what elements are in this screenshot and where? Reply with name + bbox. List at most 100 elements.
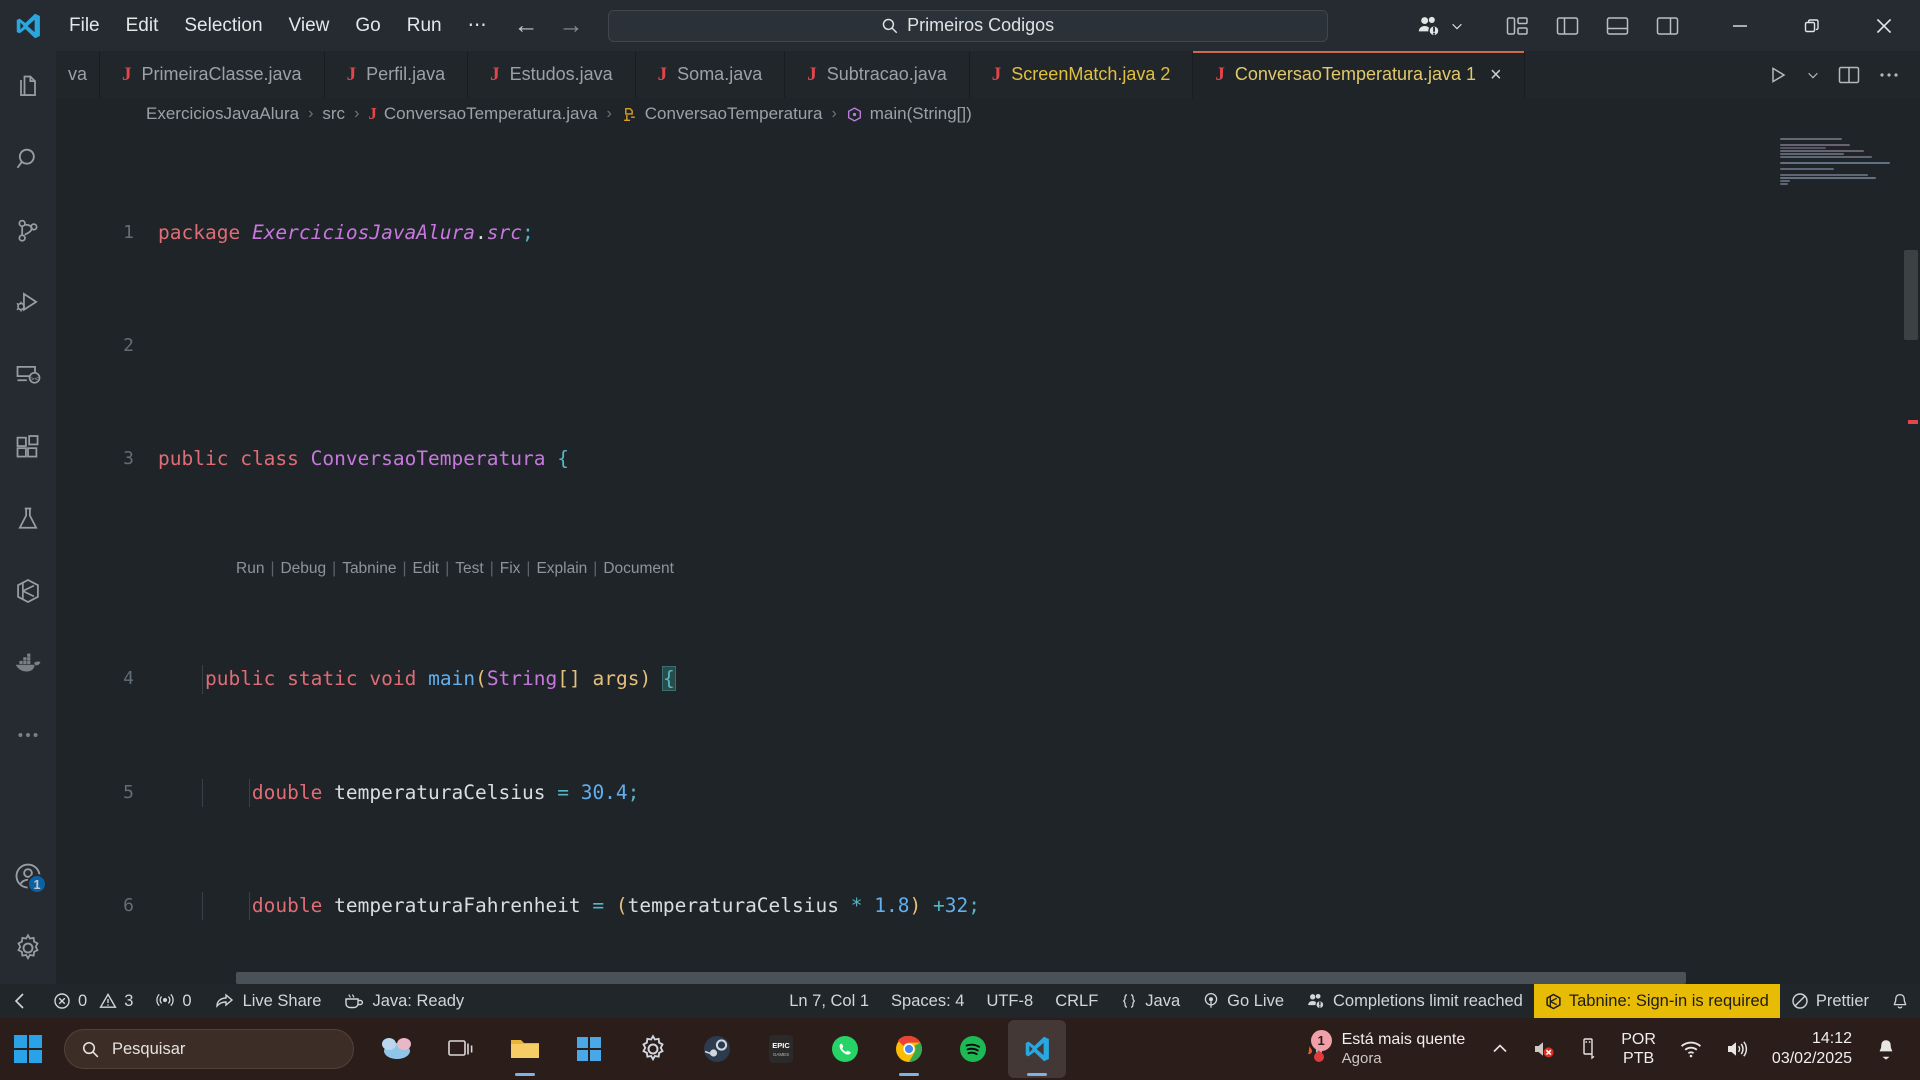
codelens-explain[interactable]: Explain xyxy=(536,555,587,583)
tab-label: ScreenMatch.java 2 xyxy=(1011,64,1171,84)
codelens-test[interactable]: Test xyxy=(455,555,483,583)
taskbar-app-copilot[interactable] xyxy=(368,1020,426,1078)
taskbar-search-input[interactable]: Pesquisar xyxy=(64,1029,354,1069)
tab-conversaotemperatura-java[interactable]: J ConversaoTemperatura.java 1 × xyxy=(1193,51,1525,98)
tab-subtracao-java[interactable]: J Subtracao.java xyxy=(785,51,970,98)
taskbar-app-microsoft-store[interactable] xyxy=(560,1020,618,1078)
menu-edit[interactable]: Edit xyxy=(113,11,172,41)
menu-view[interactable]: View xyxy=(276,11,343,41)
customize-layout-icon[interactable] xyxy=(1506,15,1530,37)
tab-primeiraclasse-java[interactable]: J PrimeiraClasse.java xyxy=(100,51,325,98)
show-hidden-icons-button[interactable] xyxy=(1481,1033,1519,1065)
menu-go[interactable]: Go xyxy=(342,11,393,41)
codelens-debug[interactable]: Debug xyxy=(280,555,326,583)
status-language-mode[interactable]: Java xyxy=(1109,984,1191,1018)
breadcrumb-item-file[interactable]: J ConversaoTemperatura.java xyxy=(368,104,597,124)
menu-run[interactable]: Run xyxy=(394,11,455,41)
taskbar-weather-widget[interactable]: 1 Está mais quente Agora xyxy=(1289,1026,1478,1073)
taskbar-app-google-chrome[interactable] xyxy=(880,1020,938,1078)
accounts-button-sidebar[interactable]: 1 xyxy=(0,840,56,912)
sidebar-item-remote-explorer[interactable]: >< xyxy=(0,339,56,411)
accounts-button[interactable] xyxy=(1398,13,1476,39)
taskbar-app-whatsapp[interactable] xyxy=(816,1020,874,1078)
sidebar-item-docker[interactable] xyxy=(0,627,56,699)
tab-screenmatch-java[interactable]: J ScreenMatch.java 2 xyxy=(969,51,1194,98)
taskbar-app-task-view[interactable] xyxy=(432,1020,490,1078)
codelens-fix[interactable]: Fix xyxy=(500,555,521,583)
sidebar-item-tabnine[interactable] xyxy=(0,555,56,627)
status-tabnine-signin[interactable]: Tabnine: Sign-in is required xyxy=(1533,984,1780,1018)
forward-arrow-icon[interactable]: → xyxy=(559,13,584,38)
sidebar-item-extensions[interactable] xyxy=(0,411,56,483)
status-live-share[interactable]: Live Share xyxy=(203,984,333,1018)
horizontal-scrollbar[interactable] xyxy=(236,972,1686,984)
run-file-icon[interactable] xyxy=(1768,65,1788,85)
speaker-tray-icon[interactable] xyxy=(1716,1032,1758,1066)
status-encoding[interactable]: UTF-8 xyxy=(975,984,1044,1018)
usb-eject-tray-icon[interactable] xyxy=(1569,1031,1607,1067)
toggle-primary-sidebar-icon[interactable] xyxy=(1556,15,1580,37)
status-indentation[interactable]: Spaces: 4 xyxy=(880,984,975,1018)
sidebar-item-explorer[interactable] xyxy=(0,51,56,123)
taskbar-app-epic-games[interactable]: EPIC GAMES xyxy=(752,1020,810,1078)
toggle-secondary-sidebar-icon[interactable] xyxy=(1656,15,1680,37)
taskbar-app-file-explorer[interactable] xyxy=(496,1020,554,1078)
tab-estudos-java[interactable]: J Estudos.java xyxy=(468,51,636,98)
vertical-scrollbar[interactable] xyxy=(1904,250,1918,340)
menu-selection[interactable]: Selection xyxy=(171,11,275,41)
status-cursor-position[interactable]: Ln 7, Col 1 xyxy=(778,984,880,1018)
taskbar-app-settings[interactable] xyxy=(624,1020,682,1078)
manage-settings-button[interactable] xyxy=(0,912,56,984)
status-prettier[interactable]: Prettier xyxy=(1780,984,1880,1018)
tab-perfil-java[interactable]: J Perfil.java xyxy=(324,51,469,98)
tab-partial-scrolled[interactable]: va xyxy=(56,51,101,98)
code-editor[interactable]: 1 package ExerciciosJavaAlura.src; 2 3 p… xyxy=(56,130,1920,984)
codelens-document[interactable]: Document xyxy=(603,555,674,583)
status-eol[interactable]: CRLF xyxy=(1044,984,1109,1018)
menu-file[interactable]: File xyxy=(56,11,113,41)
taskbar-app-visual-studio-code[interactable] xyxy=(1008,1020,1066,1078)
back-arrow-icon[interactable]: ← xyxy=(514,13,539,38)
codelens-tabnine[interactable]: Tabnine xyxy=(342,555,396,583)
status-ports[interactable]: 0 xyxy=(144,984,202,1018)
toggle-panel-icon[interactable] xyxy=(1606,15,1630,37)
sidebar-item-search[interactable] xyxy=(0,123,56,195)
breadcrumb-item-project[interactable]: ExerciciosJavaAlura xyxy=(146,104,299,124)
menu-more[interactable]: ⋯ xyxy=(455,10,500,41)
tab-soma-java[interactable]: J Soma.java xyxy=(635,51,786,98)
windows-start-icon[interactable] xyxy=(0,1034,56,1064)
taskbar-app-steam[interactable] xyxy=(688,1020,746,1078)
codelens-run[interactable]: Run xyxy=(236,555,264,583)
svg-text:EPIC: EPIC xyxy=(772,1041,790,1050)
minimize-button[interactable] xyxy=(1704,0,1776,51)
sidebar-item-more-views[interactable] xyxy=(0,699,56,771)
command-center[interactable]: Primeiros Codigos xyxy=(607,9,1328,42)
run-dropdown-chevron-icon[interactable] xyxy=(1806,68,1820,82)
restore-button[interactable] xyxy=(1776,0,1848,51)
taskbar-clock[interactable]: 14:12 03/02/2025 xyxy=(1762,1029,1862,1069)
split-editor-icon[interactable] xyxy=(1838,65,1860,85)
volume-muted-tray-icon[interactable] xyxy=(1523,1032,1565,1066)
wifi-tray-icon[interactable] xyxy=(1670,1032,1712,1066)
breadcrumb-label: main(String[]) xyxy=(869,104,972,123)
notification-bell-button[interactable] xyxy=(1866,1031,1906,1067)
tab-label: Soma.java xyxy=(677,64,763,84)
taskbar-app-spotify[interactable] xyxy=(944,1020,1002,1078)
status-problems[interactable]: 0 3 xyxy=(42,984,144,1018)
status-notifications[interactable] xyxy=(1880,984,1920,1018)
status-completions-limit[interactable]: Completions limit reached xyxy=(1295,984,1534,1018)
status-go-live[interactable]: Go Live xyxy=(1191,984,1295,1018)
sidebar-item-testing[interactable] xyxy=(0,483,56,555)
breadcrumb-item-method[interactable]: main(String[]) xyxy=(846,104,972,124)
language-indicator[interactable]: POR PTB xyxy=(1611,1030,1666,1068)
breadcrumb-item-src[interactable]: src xyxy=(322,104,345,124)
codelens-edit[interactable]: Edit xyxy=(413,555,440,583)
sidebar-item-run-and-debug[interactable] xyxy=(0,267,56,339)
breadcrumb-item-class[interactable]: ConversaoTemperatura xyxy=(621,104,822,124)
close-icon[interactable]: × xyxy=(1490,65,1502,85)
close-button[interactable] xyxy=(1848,0,1920,51)
status-java-ready[interactable]: Java: Ready xyxy=(332,984,475,1018)
sidebar-item-source-control[interactable] xyxy=(0,195,56,267)
more-actions-icon[interactable] xyxy=(1878,65,1900,85)
status-remote-window[interactable] xyxy=(0,984,42,1018)
